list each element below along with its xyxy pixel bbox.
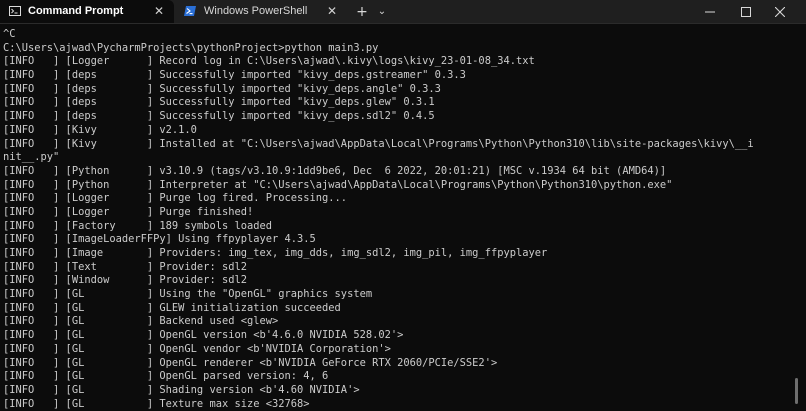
terminal-line: [INFO ] [Image ] Providers: img_tex, img… <box>3 247 548 259</box>
tab-label: Command Prompt <box>28 5 124 17</box>
maximize-button[interactable] <box>729 0 763 23</box>
terminal-line: [INFO ] [Logger ] Record log in C:\Users… <box>3 55 535 68</box>
close-tab-icon[interactable]: ✕ <box>152 4 166 18</box>
terminal-line: [INFO ] [Factory ] 189 symbols loaded <box>3 219 272 232</box>
powershell-icon <box>184 6 196 16</box>
terminal-line: [INFO ] [GL ] GLEW initialization succee… <box>3 301 341 314</box>
tab-windows-powershell[interactable]: Windows PowerShell ✕ <box>176 0 346 23</box>
terminal-line: [INFO ] [deps ] Successfully imported "k… <box>3 69 466 82</box>
terminal-line: [INFO ] [deps ] Successfully imported "k… <box>3 110 435 123</box>
terminal-line: [INFO ] [GL ] OpenGL version <b'4.6.0 NV… <box>3 329 404 342</box>
terminal-output[interactable]: ^C C:\Users\ajwad\PycharmProjects\pythonP… <box>0 28 790 411</box>
terminal-line: [INFO ] [GL ] OpenGL parsed version: 4, … <box>3 370 329 383</box>
terminal-line: [INFO ] [GL ] Texture max size <32768> <box>3 397 310 410</box>
terminal-line: [INFO ] [Logger ] Purge log fired. Proce… <box>3 192 348 205</box>
terminal-line: [INFO ] [deps ] Successfully imported "k… <box>3 82 441 95</box>
cmd-icon <box>9 6 21 16</box>
terminal-line: [INFO ] [Kivy ] v2.1.0 <box>3 123 197 136</box>
minimize-button[interactable] <box>693 0 727 23</box>
terminal-line: [INFO ] [Kivy ] Installed at "C:\Users\a… <box>3 137 754 150</box>
terminal-line: [INFO ] [Python ] v3.10.9 (tags/v3.10.9:… <box>3 164 667 177</box>
terminal-line: [INFO ] [GL ] Shading version <b'4.60 NV… <box>3 383 360 396</box>
maximize-icon <box>741 6 751 17</box>
vertical-scrollbar[interactable] <box>792 24 804 411</box>
terminal-line: [INFO ] [Python ] Interpreter at "C:\Use… <box>3 178 673 191</box>
close-icon <box>775 6 785 17</box>
tab-label: Windows PowerShell <box>204 5 308 17</box>
terminal-line: [INFO ] [GL ] OpenGL vendor <b'NVIDIA Co… <box>3 342 391 355</box>
scrollbar-thumb[interactable] <box>795 378 798 404</box>
terminal-window: Command Prompt ✕ Windows PowerShell ✕ + … <box>0 0 806 411</box>
terminal-line: nit__.py" <box>3 151 60 164</box>
chevron-down-icon[interactable]: ⌄ <box>373 0 391 23</box>
terminal-line: [INFO ] [GL ] Backend used <glew> <box>3 315 279 328</box>
terminal-line: [INFO ] [deps ] Successfully imported "k… <box>3 96 435 109</box>
terminal-line: ^C <box>3 28 16 40</box>
terminal-line: C:\Users\ajwad\PycharmProjects\pythonPro… <box>3 41 379 54</box>
close-window-button[interactable] <box>763 0 797 23</box>
new-tab-button[interactable]: + <box>352 0 372 23</box>
terminal-line: [INFO ] [ImageLoaderFFPy] Using ffpyplay… <box>3 233 316 246</box>
tab-command-prompt[interactable]: Command Prompt ✕ <box>0 0 174 23</box>
terminal-line: [INFO ] [GL ] OpenGL renderer <b'NVIDIA … <box>3 356 498 369</box>
terminal-line: [INFO ] [Logger ] Purge finished! <box>3 205 254 218</box>
title-bar: Command Prompt ✕ Windows PowerShell ✕ + … <box>0 0 806 24</box>
minimize-icon <box>705 11 715 12</box>
close-tab-icon[interactable]: ✕ <box>325 4 339 18</box>
terminal-line: [INFO ] [GL ] Using the "OpenGL" graphic… <box>3 288 373 301</box>
terminal-line: [INFO ] [Window ] Provider: sdl2 <box>3 274 247 287</box>
terminal-line: [INFO ] [Text ] Provider: sdl2 <box>3 260 247 273</box>
